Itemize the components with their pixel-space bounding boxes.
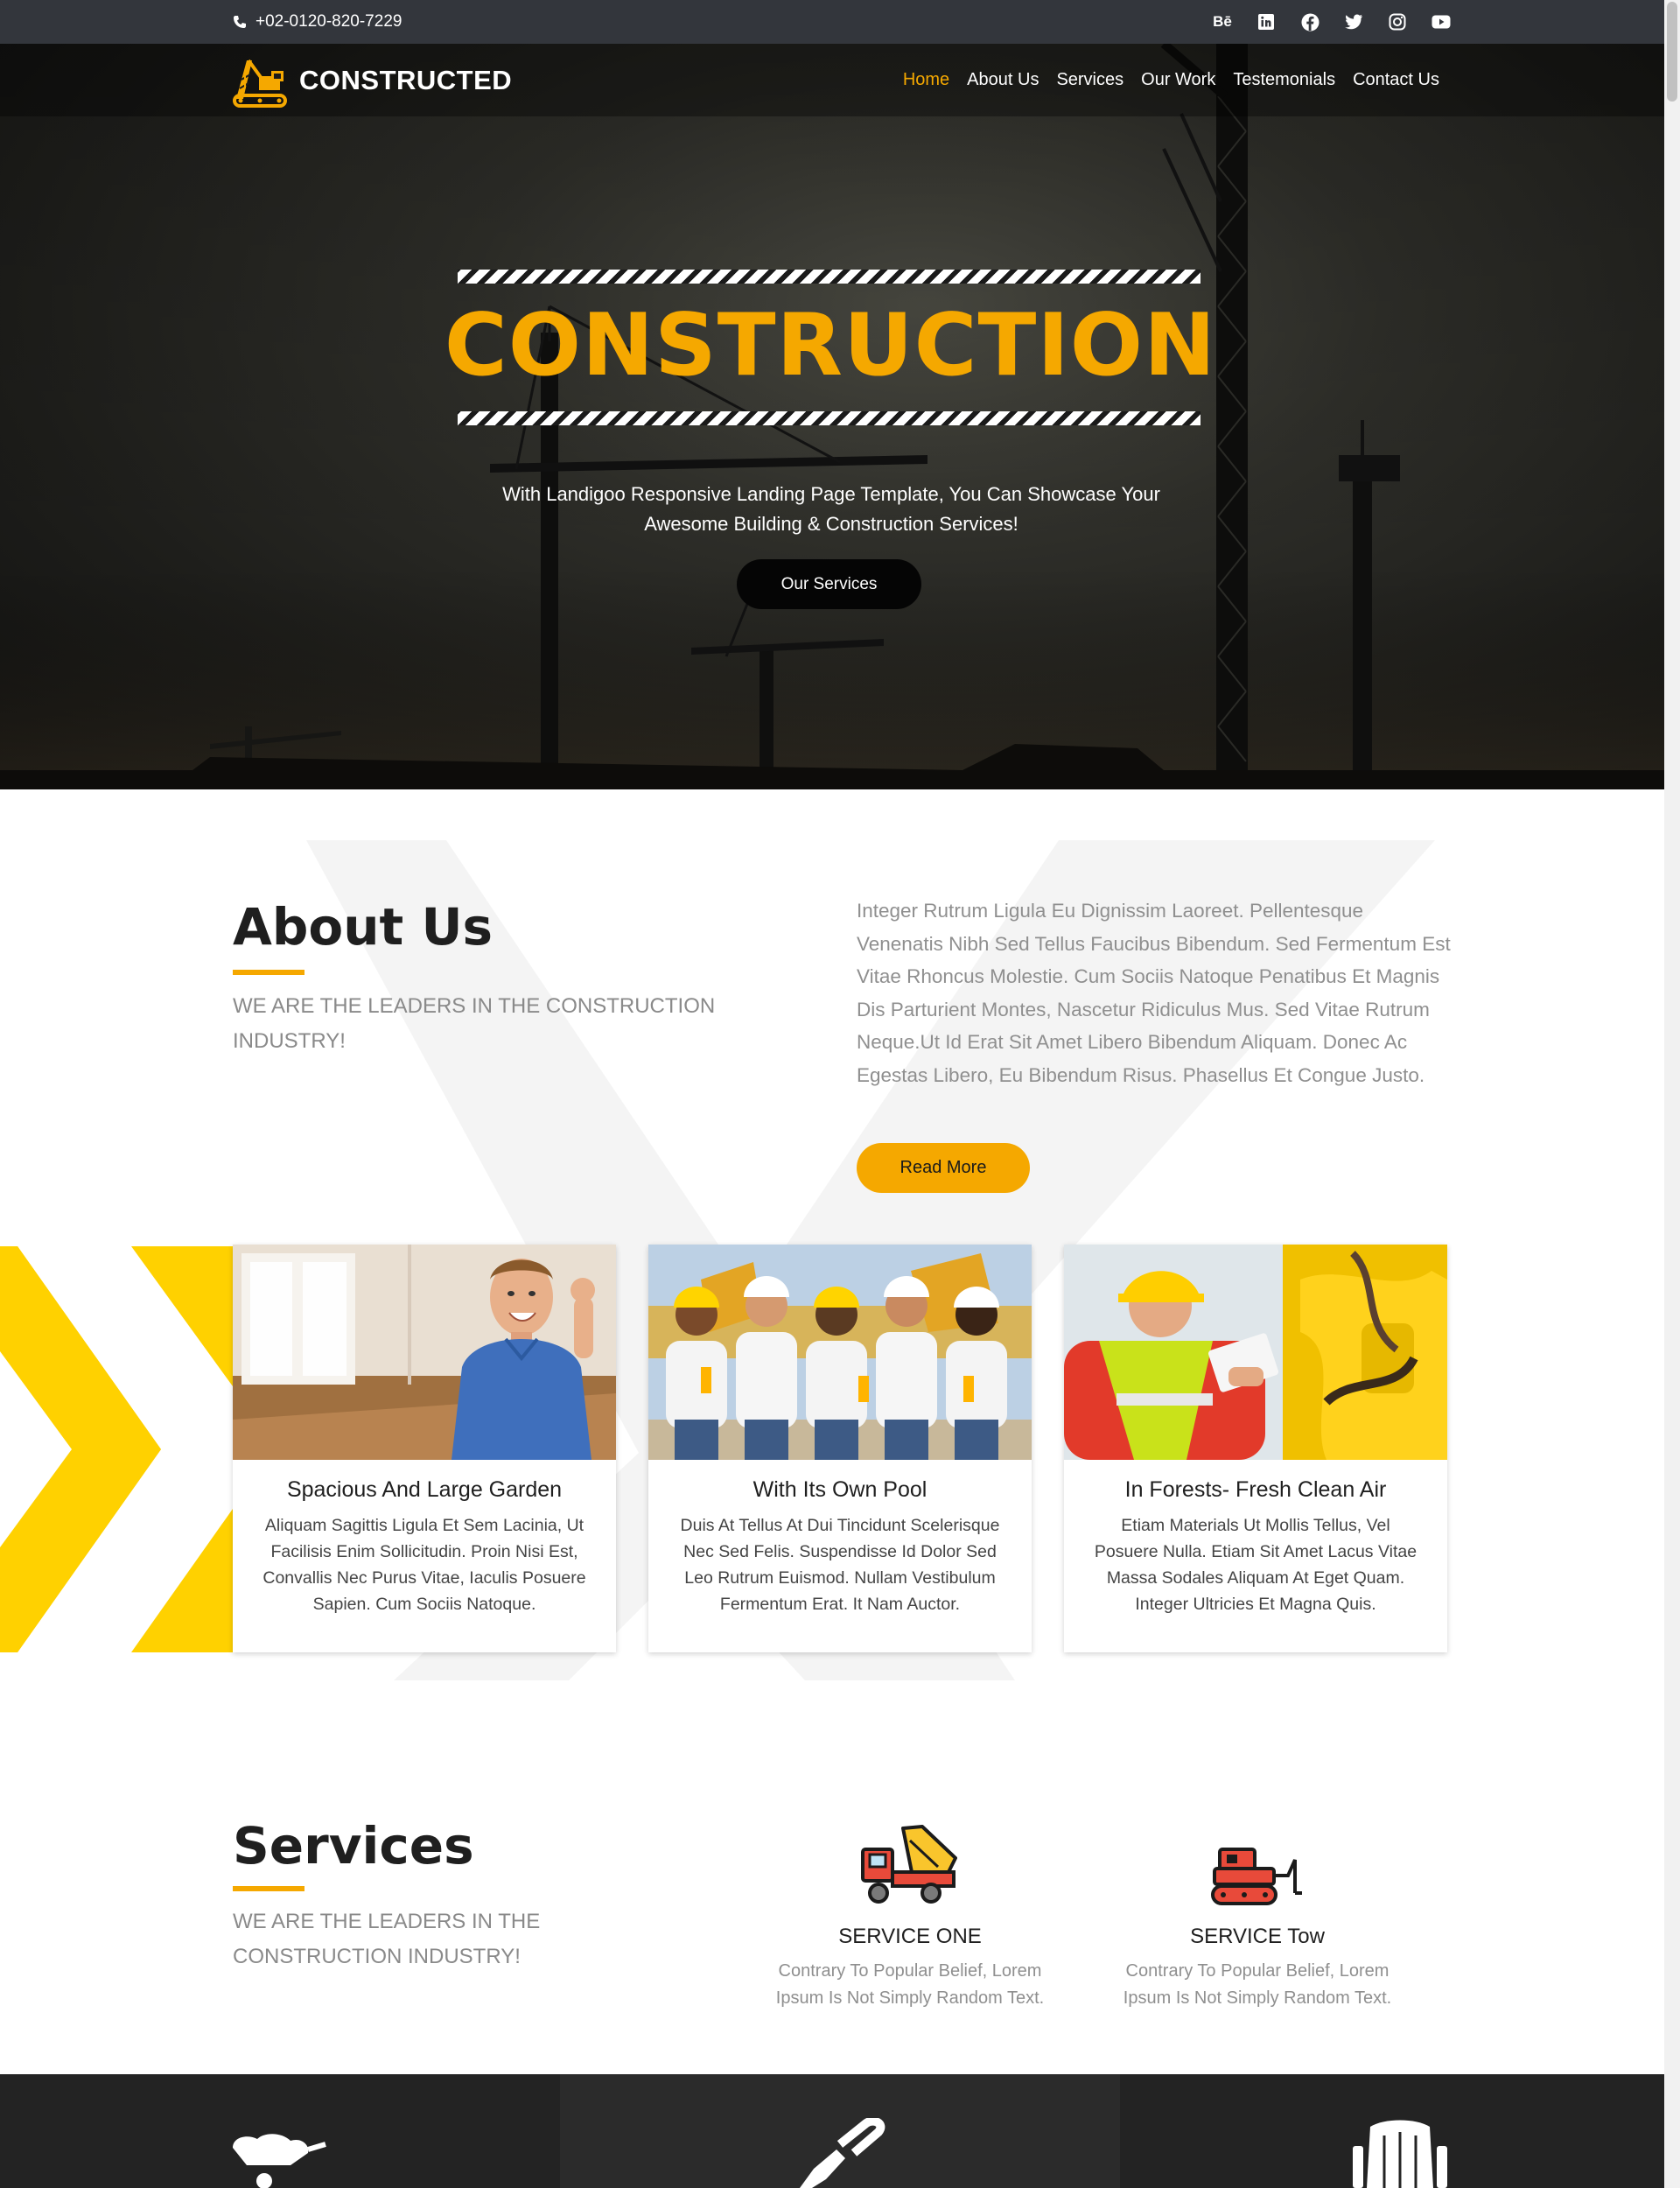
hero-subtitle: With Landigoo Responsive Landing Page Te… (502, 483, 1160, 535)
page-scrollbar[interactable] (1664, 0, 1680, 2188)
shovel-icon (800, 2118, 886, 2188)
top-bar: +02-0120-820-7229 Bē (0, 0, 1680, 44)
card-text: Aliquam Sagittis Ligula Et Sem Lacinia, … (262, 1516, 586, 1614)
about-tagline: WE ARE THE LEADERS IN THE CONSTRUCTION I… (233, 994, 716, 1053)
facebook-icon[interactable] (1300, 12, 1320, 32)
instagram-icon[interactable] (1388, 12, 1407, 32)
card-text: Etiam Materials Ut Mollis Tellus, Vel Po… (1094, 1516, 1418, 1614)
nav-item-our-work[interactable]: Our Work (1141, 70, 1215, 90)
phone-number[interactable]: +02-0120-820-7229 (233, 0, 402, 44)
feature-card: With Its Own Pool Duis At Tellus At Dui … (648, 1245, 1032, 1652)
nav-item-services[interactable]: Services (1056, 70, 1124, 90)
behance-icon[interactable]: Bē (1213, 12, 1232, 32)
services-tagline: WE ARE THE LEADERS IN THE CONSTRUCTION I… (233, 1910, 541, 1968)
card-text: Duis At Tellus At Dui Tincidunt Sceleris… (680, 1516, 1000, 1614)
about-text: Integer Rutrum Ligula Eu Dignissim Laore… (857, 900, 1451, 1086)
card-image-man-in-room (233, 1245, 616, 1460)
service-item: SERVICE Tow Contrary To Popular Belief, … (1109, 1816, 1406, 2012)
brand-name: CONSTRUCTED (299, 65, 513, 95)
youtube-icon[interactable] (1432, 12, 1451, 32)
feature-card: Spacious And Large Garden Aliquam Sagitt… (233, 1245, 616, 1652)
social-links: Bē (1213, 0, 1451, 44)
navbar: CONSTRUCTED Home About Us Services Our W… (0, 44, 1680, 116)
crane-logo-icon (233, 59, 287, 108)
card-title: In Forests- Fresh Clean Air (1124, 1477, 1387, 1502)
caution-tape-top (458, 270, 1200, 284)
feature-card: In Forests- Fresh Clean Air Etiam Materi… (1064, 1245, 1447, 1652)
scrollbar-thumb[interactable] (1667, 2, 1677, 102)
card-title: Spacious And Large Garden (286, 1477, 563, 1502)
caution-tape-bottom (458, 411, 1200, 425)
hero-title: CONSTRUCTION (444, 296, 1217, 396)
service-text: Contrary To Popular Belief, Lorem Ipsum … (1123, 1961, 1392, 2008)
phone-text: +02-0120-820-7229 (256, 12, 402, 31)
about-title-underline (233, 970, 304, 975)
card-image-construction-team (648, 1245, 1032, 1460)
wheelbarrow-icon (233, 2134, 326, 2188)
nav-item-home[interactable]: Home (903, 70, 949, 90)
nav-item-testimonials[interactable]: Testemonials (1233, 70, 1335, 90)
card-title: With Its Own Pool (752, 1477, 928, 1502)
hero-section: CONSTRUCTED Home About Us Services Our W… (0, 44, 1680, 789)
read-more-button[interactable]: Read More (857, 1143, 1030, 1193)
services-icon-band (0, 2074, 1664, 2188)
services-title-underline (233, 1886, 304, 1891)
twitter-icon[interactable] (1344, 12, 1363, 32)
phone-icon (234, 16, 246, 28)
linkedin-icon[interactable] (1256, 12, 1276, 32)
brand-logo[interactable]: CONSTRUCTED (233, 53, 512, 109)
service-name: SERVICE Tow (1190, 1925, 1325, 1948)
nav-item-contact-us[interactable]: Contact Us (1353, 70, 1439, 90)
cement-truck-icon (861, 1825, 957, 1904)
cement-mixer-icon (1353, 2120, 1447, 2188)
chevron-decoration (0, 1246, 233, 1652)
service-item: SERVICE ONE Contrary To Popular Belief, … (761, 1816, 1059, 2012)
main-nav: Home About Us Services Our Work Testemon… (903, 44, 1439, 116)
nav-item-about-us[interactable]: About Us (967, 70, 1039, 90)
bulldozer-icon (1211, 1848, 1302, 1905)
service-text: Contrary To Popular Belief, Lorem Ipsum … (775, 1961, 1045, 2008)
about-title: About Us (233, 897, 494, 957)
service-name: SERVICE ONE (838, 1925, 982, 1948)
our-services-button[interactable]: Our Services (737, 559, 921, 609)
card-image-engineer-with-clipboard (1064, 1245, 1447, 1460)
services-title: Services (233, 1816, 474, 1876)
